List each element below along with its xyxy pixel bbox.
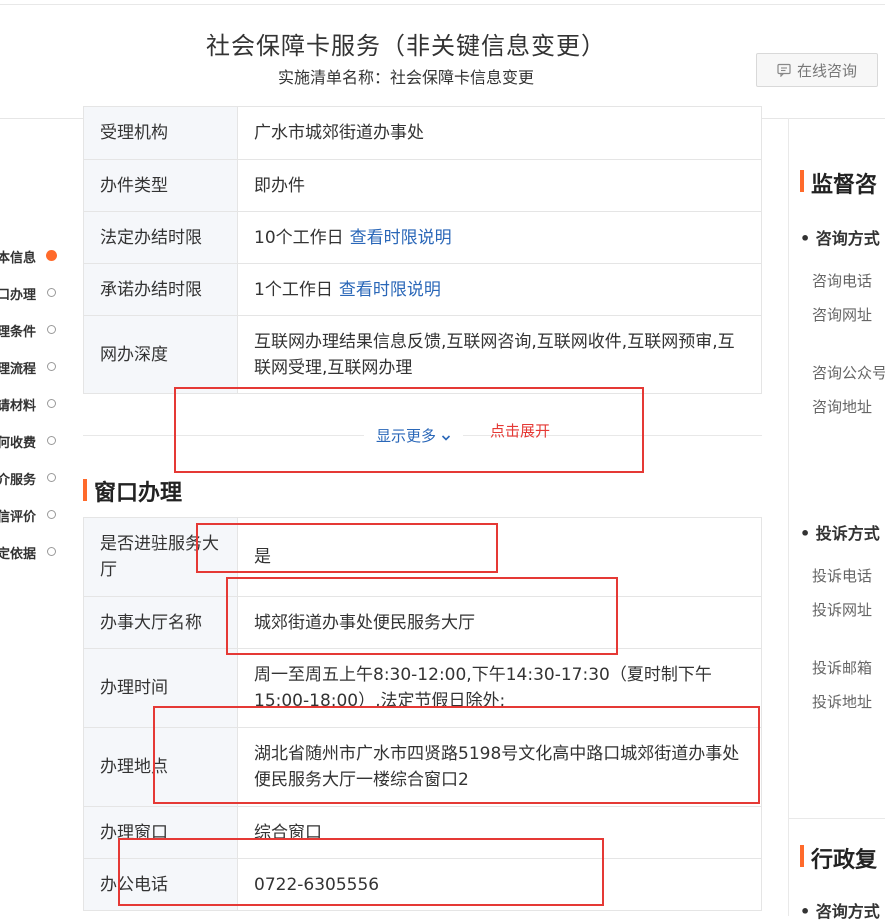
nav-item-process[interactable]: 理流程 xyxy=(0,358,58,378)
online-consult-label: 在线咨询 xyxy=(796,61,857,80)
supervise-title: 监督咨 xyxy=(811,173,878,198)
nav-dot xyxy=(47,436,56,445)
nav-dot xyxy=(47,399,56,408)
complaint-item: 投诉地址 xyxy=(812,693,873,711)
complaint-item: 投诉网址 xyxy=(812,601,873,619)
nav-dot xyxy=(47,473,56,482)
row-label: 法定办结时限 xyxy=(83,211,238,264)
row-label: 办件类型 xyxy=(83,159,238,212)
complaint-item: 投诉电话 xyxy=(812,567,873,585)
basic-info-table: 受理机构 广水市城郊街道办事处 办件类型 即办件 法定办结时限 10个工作日 查看… xyxy=(83,106,762,394)
nav-item-label: 信评价 xyxy=(0,510,36,525)
nav-item-label: 理条件 xyxy=(0,325,36,340)
section-accent-bar xyxy=(800,170,804,192)
consult-item: 咨询地址 xyxy=(812,398,873,416)
annotation-box-show-more xyxy=(174,387,644,473)
nav-item-evaluation[interactable]: 信评价 xyxy=(0,506,58,526)
nav-item-label: 请材料 xyxy=(0,399,36,414)
nav-item-label: 介服务 xyxy=(0,473,36,488)
consult-item: 咨询网址 xyxy=(812,306,873,324)
right-section-divider xyxy=(789,818,885,819)
complaint-method-heading: • 投诉方式 xyxy=(800,524,880,543)
nav-dot xyxy=(47,510,56,519)
nav-item-label: 理流程 xyxy=(0,362,36,377)
review-title: 行政复 xyxy=(811,848,878,873)
consult-method-heading: • 咨询方式 xyxy=(800,229,880,248)
section-accent-bar xyxy=(83,479,87,501)
nav-item-legal-basis[interactable]: 定依据 xyxy=(0,543,58,563)
row-value-cell: 1个工作日 查看时限说明 xyxy=(237,263,762,316)
nav-item-basic-info[interactable]: 本信息 xyxy=(0,247,58,267)
review-consult-heading: • 咨询方式 xyxy=(800,902,880,921)
consult-item: 咨询公众号 xyxy=(812,364,885,382)
annotation-box-address xyxy=(153,706,760,804)
section-title-window: 窗口办理 xyxy=(94,481,183,506)
annotation-box-phone xyxy=(118,838,604,906)
complaint-item: 投诉邮箱 xyxy=(812,659,873,677)
row-value-cell: 10个工作日 查看时限说明 xyxy=(237,211,762,264)
row-label: 承诺办结时限 xyxy=(83,263,238,316)
table-row: 法定办结时限 10个工作日 查看时限说明 xyxy=(83,211,762,264)
nav-active-dot xyxy=(46,250,57,261)
nav-item-window[interactable]: 口办理 xyxy=(0,284,58,304)
table-row: 受理机构 广水市城郊街道办事处 xyxy=(83,106,762,160)
time-limit-link[interactable]: 查看时限说明 xyxy=(350,228,452,248)
section-accent-bar xyxy=(800,845,804,867)
nav-item-label: 何收费 xyxy=(0,436,36,451)
table-row: 网办深度 互联网办理结果信息反馈,互联网咨询,互联网收件,互联网预审,互联网受理… xyxy=(83,315,762,394)
annotation-box-hall xyxy=(196,523,498,573)
nav-item-label: 口办理 xyxy=(0,288,36,303)
nav-dot xyxy=(47,362,56,371)
nav-dot xyxy=(47,288,56,297)
row-value: 即办件 xyxy=(237,159,762,212)
row-label: 网办深度 xyxy=(83,315,238,394)
nav-item-label: 定依据 xyxy=(0,547,36,562)
chat-icon xyxy=(777,63,791,77)
header-divider xyxy=(0,4,885,5)
row-value: 广水市城郊街道办事处 xyxy=(237,106,762,160)
nav-item-fees[interactable]: 何收费 xyxy=(0,432,58,452)
row-value: 1个工作日 xyxy=(254,279,333,300)
page-subtitle: 实施清单名称：社会保障卡信息变更 xyxy=(277,68,534,87)
row-value: 10个工作日 xyxy=(254,227,344,248)
annotation-box-hall-name xyxy=(226,577,618,655)
table-row: 承诺办结时限 1个工作日 查看时限说明 xyxy=(83,263,762,316)
nav-item-materials[interactable]: 请材料 xyxy=(0,395,58,415)
nav-dot xyxy=(47,325,56,334)
time-limit-link[interactable]: 查看时限说明 xyxy=(339,280,441,300)
nav-item-conditions[interactable]: 理条件 xyxy=(0,321,58,341)
nav-dot xyxy=(47,547,56,556)
row-label: 办事大厅名称 xyxy=(83,596,238,649)
online-consult-button[interactable]: 在线咨询 xyxy=(756,53,878,87)
row-value: 互联网办理结果信息反馈,互联网咨询,互联网收件,互联网预审,互联网受理,互联网办… xyxy=(237,315,762,394)
table-row: 办件类型 即办件 xyxy=(83,159,762,212)
page-title: 社会保障卡服务（非关键信息变更） xyxy=(206,32,606,60)
nav-item-label: 本信息 xyxy=(0,251,36,266)
consult-item: 咨询电话 xyxy=(812,272,873,290)
row-label: 受理机构 xyxy=(83,106,238,160)
right-panel-divider xyxy=(788,118,789,916)
nav-item-intermediary[interactable]: 介服务 xyxy=(0,469,58,489)
